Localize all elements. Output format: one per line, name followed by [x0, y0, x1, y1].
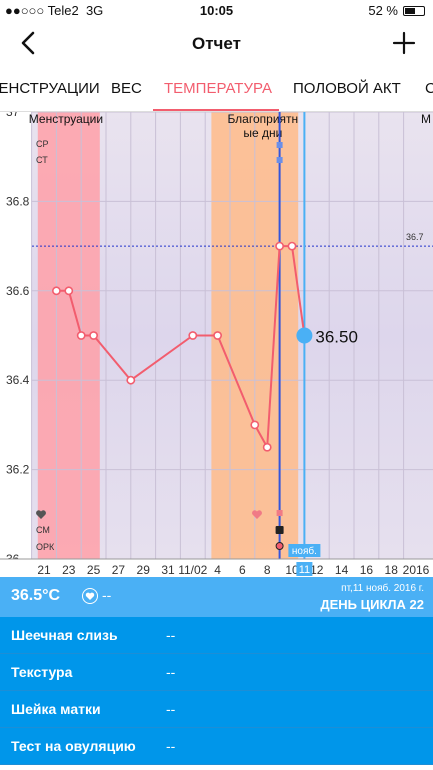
- x-tick-label: 4: [214, 563, 221, 577]
- band-label: ые дни: [243, 126, 282, 140]
- ovulation-marker: [275, 526, 284, 534]
- row-label: ОРК: [36, 542, 55, 552]
- x-tick-label: 8: [264, 563, 271, 577]
- band-label: Благоприятн: [227, 112, 298, 126]
- ovulation-marker: [276, 142, 283, 148]
- y-tick-label: 36.6: [6, 284, 30, 298]
- ovulation-marker: [276, 157, 283, 163]
- detail-row-texture[interactable]: Текстура --: [0, 654, 433, 691]
- data-point: [275, 241, 284, 251]
- heart-icon: [82, 588, 98, 604]
- detail-label: Тест на овуляцию: [11, 738, 136, 754]
- data-point: [64, 286, 74, 296]
- data-point: [262, 442, 272, 452]
- detail-list: Шеечная слизь -- Текстура -- Шейка матки…: [0, 617, 433, 765]
- detail-value: --: [166, 627, 176, 643]
- highlight-point: [296, 327, 313, 344]
- data-point: [126, 375, 136, 385]
- status-bar: ●●○○○ Tele2 3G 10:05 52 %: [0, 0, 433, 22]
- detail-row-cervix[interactable]: Шейка матки --: [0, 691, 433, 728]
- highlight-point-label: 36.50: [315, 328, 358, 347]
- data-point: [287, 241, 297, 251]
- detail-label: Шеечная слизь: [11, 627, 118, 643]
- tab-next[interactable]: С: [425, 80, 433, 97]
- cycle-day: ДЕНЬ ЦИКЛА 22: [320, 597, 424, 612]
- data-point: [250, 420, 260, 430]
- data-point: [52, 286, 61, 296]
- detail-value: --: [166, 701, 176, 717]
- detail-row-ovulation-test[interactable]: Тест на овуляцию --: [0, 728, 433, 765]
- x-tick-label: 27: [112, 563, 126, 577]
- x-tick-label: 25: [87, 563, 101, 577]
- day-summary: 36.5°C -- пт,11 нояб. 2016 г. ДЕНЬ ЦИКЛА…: [0, 577, 433, 617]
- x-tick-label: 31: [161, 563, 175, 577]
- tab-menstruation[interactable]: МЕНСТРУАЦИИ: [0, 80, 100, 97]
- battery-status: 52 %: [368, 3, 425, 18]
- y-tick-label: 36.2: [6, 463, 30, 477]
- detail-value: --: [166, 738, 176, 754]
- detail-label: Текстура: [11, 664, 73, 680]
- page-title: Отчет: [192, 34, 241, 53]
- x-tick-label: 23: [62, 563, 76, 577]
- ovulation-marker: [275, 542, 284, 550]
- y-tick-label: 36.8: [6, 194, 30, 208]
- report-tabs: МЕНСТРУАЦИИ ВЕС ТЕМПЕРАТУРА ПОЛОВОЙ АКТ …: [0, 66, 433, 112]
- detail-label: Шейка матки: [11, 701, 101, 717]
- add-button[interactable]: [389, 28, 419, 58]
- row-label: СР: [36, 139, 49, 149]
- x-tick-label: 6: [239, 563, 246, 577]
- nav-bar: Отчет: [0, 22, 433, 66]
- selected-date: пт,11 нояб. 2016 г.: [341, 583, 424, 594]
- ovulation-marker: [276, 510, 283, 516]
- detail-row-cervical-mucus[interactable]: Шеечная слизь --: [0, 617, 433, 654]
- band-label: М: [421, 112, 431, 126]
- data-point: [188, 331, 198, 340]
- plus-icon: [392, 31, 416, 55]
- temperature-chart[interactable]: 3636.236.436.636.837МенструацииБлагоприя…: [0, 112, 433, 577]
- x-tick-label: 14: [335, 563, 349, 577]
- row-label: СМ: [36, 525, 50, 535]
- row-label: СТ: [36, 155, 48, 165]
- reference-line-label: 36.7: [406, 232, 424, 242]
- detail-value: --: [166, 664, 176, 680]
- tab-temperature[interactable]: ТЕМПЕРАТУРА: [164, 80, 272, 97]
- x-tick-label: 18: [385, 563, 399, 577]
- battery-icon: [403, 5, 425, 16]
- x-tick-label: 11/02: [178, 563, 207, 577]
- heart-value: --: [102, 587, 112, 603]
- band-label: Менструации: [29, 112, 103, 126]
- x-tick-label: 29: [137, 563, 151, 577]
- battery-percent: 52 %: [368, 3, 398, 18]
- temperature-value: 36.5°C: [11, 587, 61, 604]
- data-point: [213, 331, 222, 340]
- y-tick-label: 36.4: [6, 373, 30, 387]
- x-tick-label: 2016: [403, 563, 430, 577]
- tab-weight[interactable]: ВЕС: [111, 80, 142, 97]
- x-tick-label: 21: [37, 563, 51, 577]
- x-tick-label: 16: [360, 563, 374, 577]
- y-tick-label: 37: [6, 112, 20, 119]
- y-axis-background: [0, 112, 32, 559]
- data-point: [76, 331, 86, 340]
- selected-day-axis-label: 11: [299, 564, 310, 576]
- data-point: [89, 331, 98, 340]
- tab-intercourse[interactable]: ПОЛОВОЙ АКТ: [293, 80, 401, 97]
- selected-day-tooltip-label: нояб.: [292, 545, 317, 557]
